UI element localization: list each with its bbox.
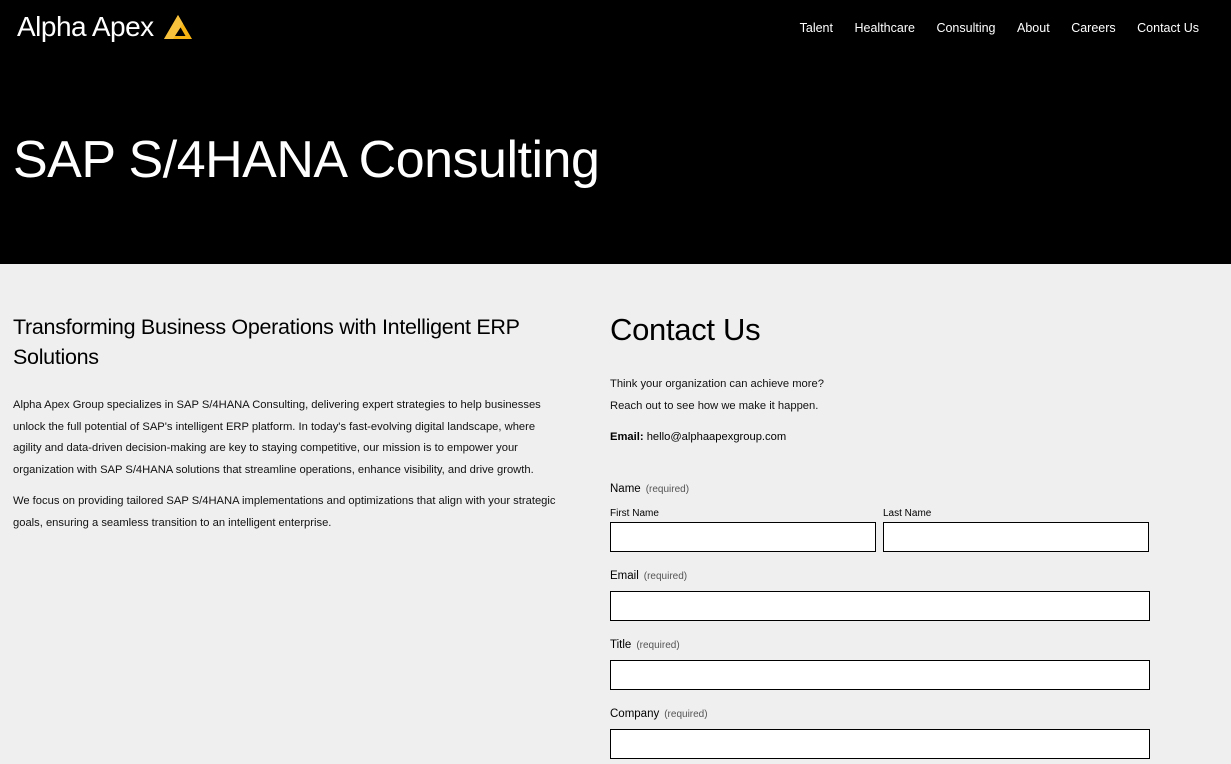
title-field-group: Title (required) — [610, 638, 1150, 690]
intro-heading: Transforming Business Operations with In… — [13, 315, 520, 369]
contact-tagline: Think your organization can achieve more… — [610, 374, 1150, 417]
required-indicator: (required) — [664, 709, 708, 720]
name-label: Name — [610, 483, 641, 495]
name-field-group: Name (required) First Name Last Name — [610, 479, 1150, 552]
brand-name: Alpha Apex — [17, 11, 154, 42]
contact-heading: Contact Us — [610, 312, 761, 347]
email-field-label: Email (required) — [610, 569, 1150, 584]
nav-consulting[interactable]: Consulting — [936, 21, 995, 35]
nav-healthcare[interactable]: Healthcare — [854, 21, 914, 35]
nav-careers[interactable]: Careers — [1071, 21, 1115, 35]
company-field-label: Company (required) — [610, 707, 1150, 722]
required-indicator: (required) — [636, 640, 680, 651]
brand-logo[interactable]: Alpha Apex — [17, 11, 193, 43]
tagline-line-1: Think your organization can achieve more… — [610, 378, 824, 390]
required-indicator: (required) — [645, 484, 690, 495]
company-field-label-text: Company — [610, 708, 660, 720]
company-input[interactable] — [610, 729, 1150, 759]
email-field-group: Email (required) — [610, 569, 1150, 621]
nav-contact-us[interactable]: Contact Us — [1137, 21, 1199, 35]
intro-paragraph: We focus on providing tailored SAP S/4HA… — [13, 495, 556, 529]
title-field-label-text: Title — [610, 639, 632, 651]
last-name-column: Last Name — [883, 508, 1149, 552]
title-field-label: Title (required) — [610, 638, 1150, 653]
first-name-label: First Name — [610, 508, 659, 519]
required-indicator: (required) — [643, 571, 688, 582]
email-label: Email: — [610, 431, 644, 443]
company-field-group: Company (required) — [610, 707, 1150, 759]
contact-section: Contact Us Think your organization can a… — [610, 311, 1150, 759]
tagline-line-2: Reach out to see how we make it happen. — [610, 399, 819, 412]
apex-logo-icon — [163, 15, 192, 39]
contact-form: Name (required) First Name Last Name Emai… — [610, 479, 1150, 759]
main-nav: Talent Healthcare Consulting About Caree… — [778, 21, 1199, 35]
hero-banner: Alpha Apex Talent Healthcare Consulting … — [0, 0, 1231, 264]
first-name-input[interactable] — [610, 522, 876, 552]
first-name-column: First Name — [610, 508, 876, 552]
page-title: SAP S/4HANA Consulting — [13, 131, 600, 189]
nav-talent[interactable]: Talent — [800, 21, 833, 35]
intro-section: Transforming Business Operations with In… — [13, 312, 558, 544]
email-field-label-text: Email — [610, 570, 639, 582]
last-name-input[interactable] — [883, 522, 1149, 552]
last-name-label: Last Name — [883, 508, 932, 519]
nav-about[interactable]: About — [1017, 21, 1050, 35]
email-input[interactable] — [610, 591, 1150, 621]
name-row: First Name Last Name — [610, 508, 1150, 552]
title-input[interactable] — [610, 660, 1150, 690]
contact-email: Email: hello@alphaapexgroup.com — [610, 427, 1150, 447]
intro-paragraph: Alpha Apex Group specializes in SAP S/4H… — [13, 399, 541, 476]
email-address-link[interactable]: hello@alphaapexgroup.com — [647, 431, 786, 443]
